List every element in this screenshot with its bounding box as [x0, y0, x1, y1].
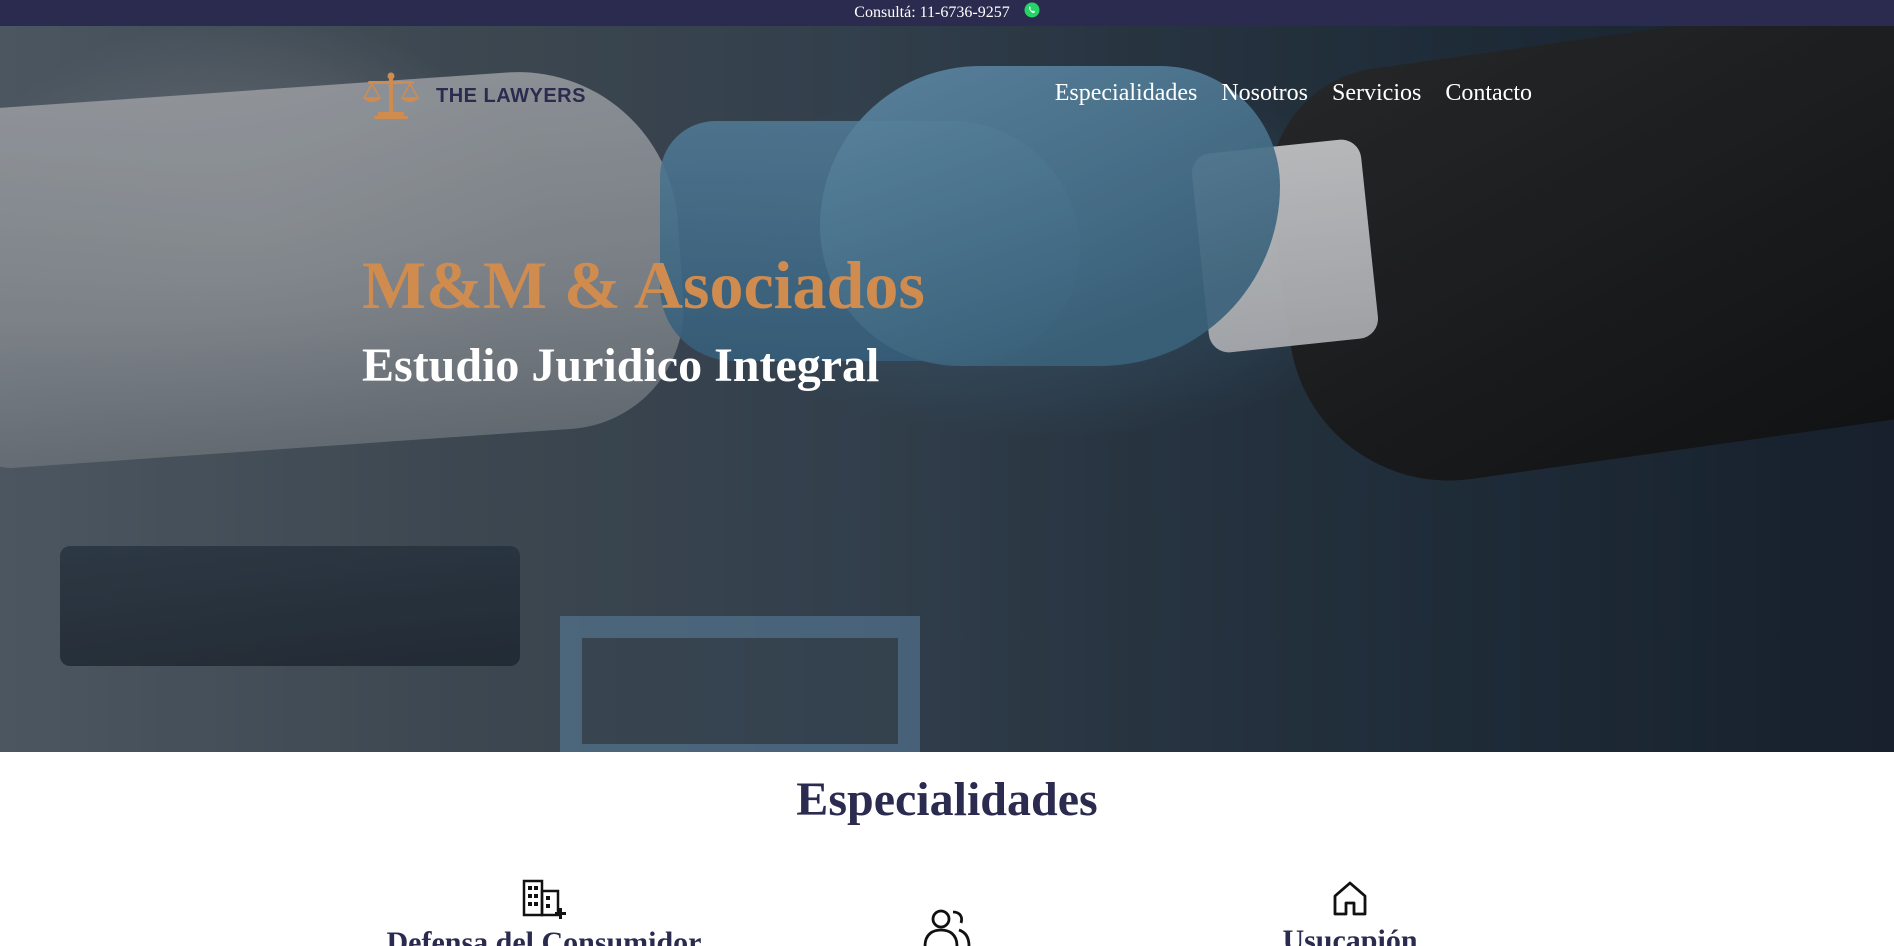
nav-link-servicios[interactable]: Servicios: [1332, 80, 1421, 107]
specialty-label: Usucapión: [1282, 924, 1418, 946]
building-add-icon: [522, 879, 566, 919]
logo-text: THE LAWYERS: [436, 84, 586, 107]
scales-icon: [362, 72, 420, 119]
top-contact-bar: Consultá: 11-6736-9257: [0, 0, 1894, 26]
specialty-card-usucapion[interactable]: Usucapión: [1200, 878, 1500, 946]
nav-link-contacto[interactable]: Contacto: [1445, 80, 1532, 107]
hero-subtitle: Estudio Juridico Integral: [362, 339, 880, 392]
house-icon: [1333, 881, 1367, 916]
hero-overlay: [0, 26, 1894, 752]
people-icon: [923, 909, 971, 946]
nav-link-especialidades[interactable]: Especialidades: [1055, 80, 1198, 107]
specialty-label: Defensa del Consumidor: [386, 926, 702, 946]
site-logo[interactable]: THE LAWYERS: [362, 72, 586, 120]
specialty-card-people[interactable]: [907, 908, 987, 946]
nav-link-nosotros[interactable]: Nosotros: [1221, 80, 1308, 107]
hero-section: THE LAWYERS Especialidades Nosotros Serv…: [0, 26, 1894, 752]
specialties-heading: Especialidades: [796, 773, 1098, 826]
hero-title: M&M & Asociados: [362, 247, 925, 323]
whatsapp-icon[interactable]: [1024, 2, 1040, 18]
specialty-card-consumidor[interactable]: Defensa del Consumidor: [384, 878, 704, 946]
consult-phone-text: Consultá: 11-6736-9257: [854, 4, 1010, 21]
main-navigation: Especialidades Nosotros Servicios Contac…: [1055, 80, 1532, 107]
